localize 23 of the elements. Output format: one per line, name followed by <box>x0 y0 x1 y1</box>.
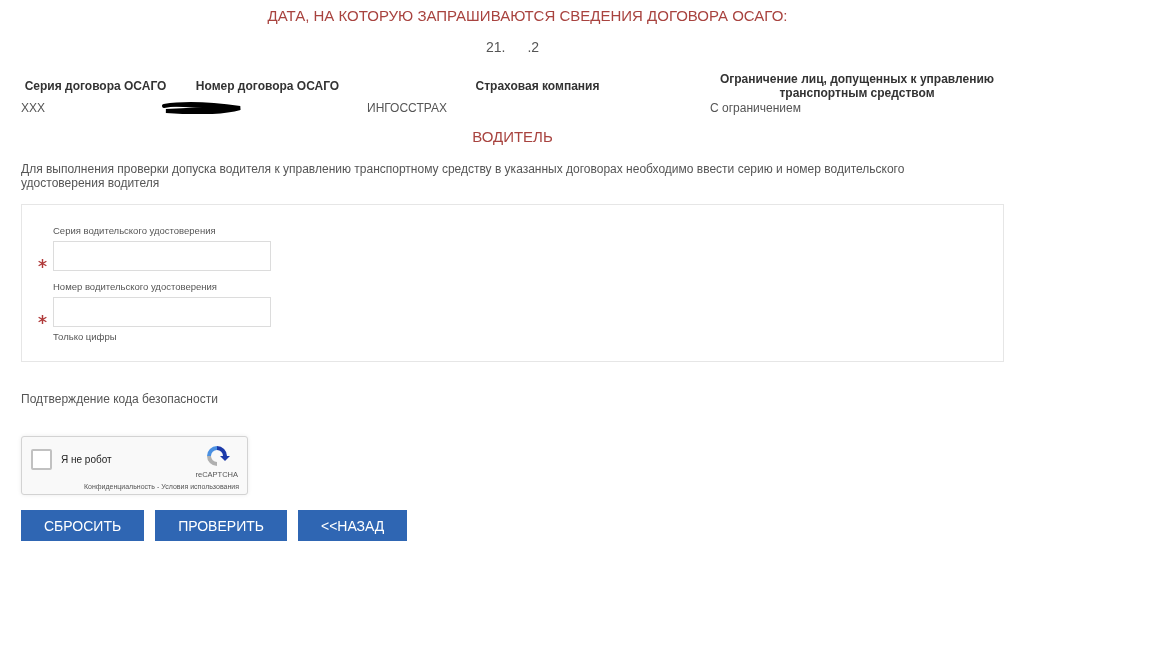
input-field[interactable] <box>53 241 271 271</box>
section-title: ВОДИТЕЛЬ <box>471 127 554 147</box>
security-label: Подтверждение кода безопасности <box>21 392 219 406</box>
form-button[interactable]: <<НАЗАД <box>297 510 408 541</box>
table-cell: XXX <box>21 101 45 115</box>
checkbox-label: Я не робот <box>61 454 112 465</box>
instructions-text: Для выполнения проверки допуска водителя к управлению транспортному средству в указанных договорах необходимо ввести серию и номер водительского удостоверения водителя <box>21 162 906 190</box>
column-header: Страховая компания <box>474 79 601 93</box>
table-cell: ИНГОССТРАХ <box>367 101 447 115</box>
page-title: ДАТА, НА КОТОРУЮ ЗАПРАШИВАЮТСЯ СВЕДЕНИЯ ДОГОВОРА ОСАГО: <box>266 6 789 26</box>
table-cell: С ограничением <box>710 101 801 115</box>
column-header: Серия договора ОСАГО <box>23 79 168 93</box>
form-button[interactable]: ПРОВЕРИТЬ <box>155 510 287 541</box>
date-text: 21. <box>485 38 506 56</box>
field-label: Серия водительского удостоверения <box>53 225 216 237</box>
form-button[interactable]: СБРОСИТЬ <box>21 510 145 541</box>
column-header: Ограничение лиц, допущенных к управлению транспортным средством <box>718 72 996 100</box>
input-field[interactable] <box>53 297 271 327</box>
field-hint: Только цифры <box>53 331 117 343</box>
date-text: .2 <box>527 38 540 56</box>
checkbox[interactable] <box>31 449 52 470</box>
field-label: Номер водительского удостоверения <box>53 281 217 293</box>
column-header: Номер договора ОСАГО <box>194 79 341 93</box>
